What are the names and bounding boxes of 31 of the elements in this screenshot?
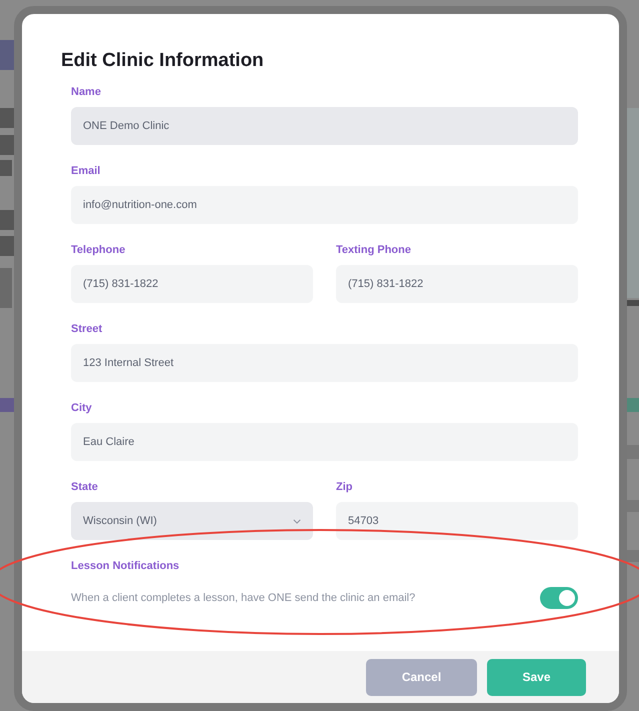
toggle-switch[interactable] — [540, 587, 578, 609]
blurred-backdrop-fragment — [0, 236, 14, 256]
field-label: Telephone — [71, 243, 126, 257]
blurred-backdrop-fragment — [627, 300, 639, 306]
field-label: City — [71, 401, 93, 415]
blurred-backdrop-fragment — [0, 160, 12, 176]
blurred-backdrop-fragment — [627, 550, 639, 562]
field-label: Texting Phone — [336, 243, 412, 257]
blurred-backdrop-fragment — [0, 40, 14, 70]
field-label: Email — [71, 164, 102, 178]
input-field[interactable]: 123 Internal Street — [71, 344, 578, 382]
input-field[interactable]: 54703 — [336, 502, 578, 540]
field-label: State — [71, 480, 99, 494]
blurred-backdrop-fragment — [0, 108, 14, 128]
blurred-backdrop-fragment — [0, 268, 12, 308]
blurred-backdrop-fragment — [0, 398, 14, 412]
field-label: Street — [71, 322, 104, 336]
input-field[interactable]: (715) 831-1822 — [71, 265, 313, 303]
blurred-backdrop-fragment — [627, 398, 639, 412]
blurred-backdrop-fragment — [0, 135, 14, 155]
input-field[interactable]: (715) 831-1822 — [336, 265, 578, 303]
notification-text: When a client completes a lesson, have ONE send the clinic an email? — [71, 592, 416, 604]
state-dropdown[interactable]: Wisconsin (WI) — [71, 502, 313, 540]
input-field[interactable]: info@nutrition-one.com — [71, 186, 578, 224]
field-label: Zip — [336, 480, 354, 494]
blurred-backdrop-fragment — [0, 210, 14, 230]
input-field[interactable]: Eau Claire — [71, 423, 578, 461]
field-label: Name — [71, 85, 102, 99]
section-label: Lesson Notifications — [71, 559, 180, 573]
dialog-title: Edit Clinic Information — [61, 50, 265, 72]
chevron-down-icon — [293, 518, 301, 524]
